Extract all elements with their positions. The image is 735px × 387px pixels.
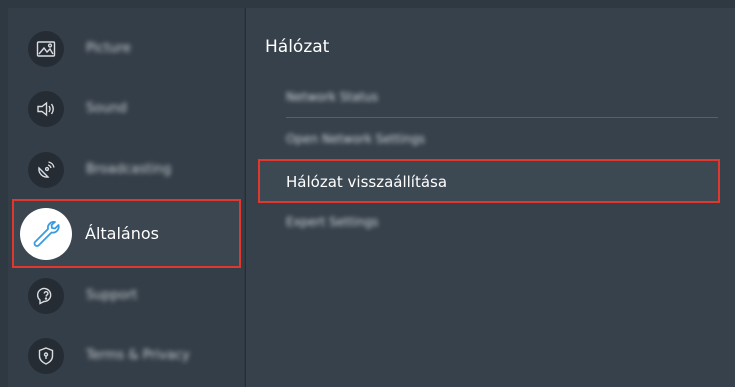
- sidebar-item-label: Picture: [86, 41, 131, 56]
- sidebar-item-privacy[interactable]: Terms & Privacy: [8, 331, 244, 385]
- sound-icon: [28, 91, 64, 127]
- sidebar-item-label: Broadcasting: [86, 162, 172, 177]
- option-network-status[interactable]: Network Status: [258, 76, 720, 118]
- sidebar-item-label: Terms & Privacy: [86, 348, 190, 363]
- option-expert-settings[interactable]: Expert Settings: [258, 203, 720, 245]
- support-icon: [28, 278, 64, 314]
- option-label: Expert Settings: [286, 215, 379, 229]
- picture-icon: [28, 31, 64, 67]
- tv-settings-screen: Picture Sound Broadcasting Általános Sup…: [0, 0, 735, 387]
- broadcasting-icon: [28, 152, 64, 188]
- option-open-network-settings[interactable]: Open Network Settings: [258, 118, 720, 160]
- sidebar-item-sound[interactable]: Sound: [8, 82, 244, 136]
- page-title: Hálózat: [265, 37, 330, 57]
- sidebar-item-altalanos[interactable]: Általános: [12, 199, 241, 268]
- sidebar-item-label: Sound: [86, 101, 127, 116]
- sidebar-item-broadcasting[interactable]: Broadcasting: [8, 143, 244, 197]
- sidebar-item-support[interactable]: Support: [8, 272, 244, 326]
- option-label: Hálózat visszaállítása: [286, 173, 448, 191]
- sidebar-item-picture[interactable]: Picture: [8, 22, 244, 76]
- option-label: Network Status: [286, 90, 379, 104]
- privacy-shield-icon: [28, 338, 64, 374]
- sidebar-item-label: Support: [86, 288, 138, 303]
- sidebar-item-label: Általános: [85, 224, 159, 243]
- option-label: Open Network Settings: [286, 132, 426, 146]
- option-reset-network[interactable]: Hálózat visszaállítása: [258, 159, 720, 203]
- wrench-icon: [20, 208, 72, 260]
